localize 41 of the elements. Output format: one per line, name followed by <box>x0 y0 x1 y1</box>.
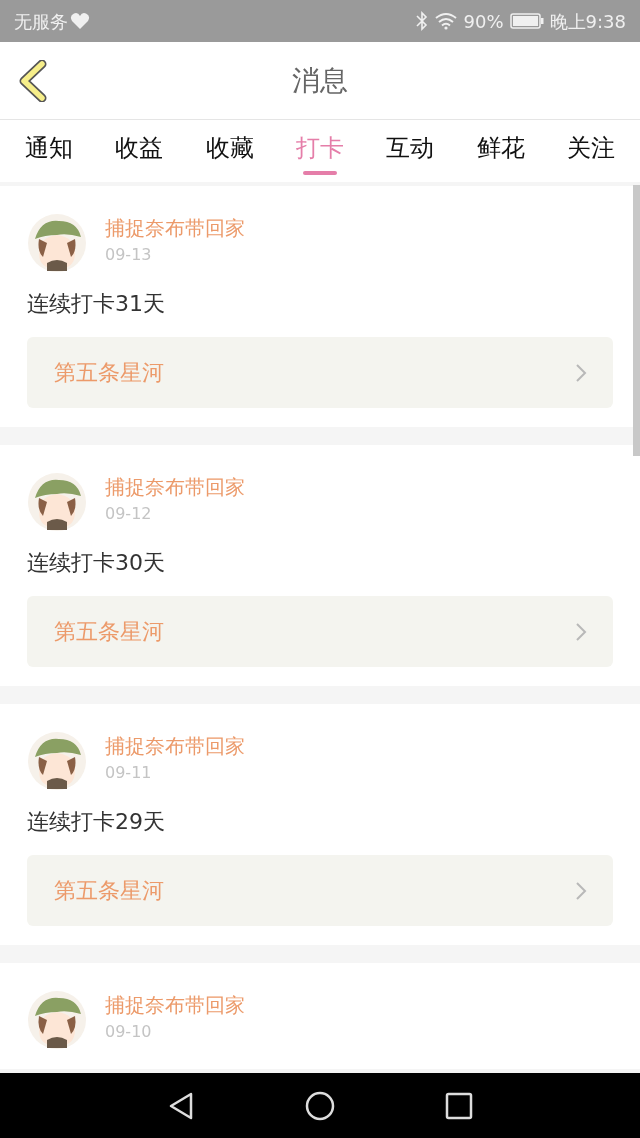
chevron-right-icon <box>575 362 587 383</box>
author-name[interactable]: 捕捉奈布带回家 <box>105 732 245 760</box>
bluetooth-icon <box>415 11 428 31</box>
back-triangle-icon[interactable] <box>167 1090 195 1121</box>
author-name[interactable]: 捕捉奈布带回家 <box>105 991 245 1019</box>
recents-square-icon[interactable] <box>445 1091 473 1120</box>
link-card[interactable]: 第五条星河 <box>27 596 613 667</box>
battery-icon <box>509 13 544 29</box>
tab[interactable]: 收益 <box>115 133 164 163</box>
message-text: 连续打卡31天 <box>27 290 166 318</box>
chevron-right-icon <box>575 880 587 901</box>
page-title: 消息 <box>292 62 348 99</box>
chevron-right-icon <box>575 621 587 642</box>
tab[interactable]: 关注 <box>566 133 615 163</box>
heart-icon <box>70 12 90 30</box>
message-text: 连续打卡30天 <box>27 549 166 577</box>
tab[interactable]: 收藏 <box>205 133 254 163</box>
message-date: 09-12 <box>105 503 153 525</box>
link-card[interactable]: 第五条星河 <box>27 337 613 408</box>
avatar-icon <box>27 990 87 1050</box>
link-card[interactable]: 第五条星河 <box>27 855 613 926</box>
clock-text: 晚上9:38 <box>549 9 626 34</box>
tab[interactable]: 鲜花 <box>476 133 525 163</box>
author-name[interactable]: 捕捉奈布带回家 <box>105 473 245 501</box>
tab[interactable]: 打卡 <box>296 133 344 175</box>
message-date: 09-11 <box>105 762 153 784</box>
avatar-icon <box>27 731 87 791</box>
avatar-icon <box>27 213 87 273</box>
home-circle-icon[interactable] <box>305 1090 335 1121</box>
tab[interactable]: 通知 <box>25 133 73 163</box>
message-text: 连续打卡29天 <box>27 808 166 836</box>
wifi-icon <box>433 12 458 30</box>
carrier-text: 无服务 <box>14 9 68 34</box>
back-icon <box>18 60 48 102</box>
tab[interactable]: 互动 <box>386 133 435 163</box>
avatar-icon <box>27 472 87 532</box>
tab-indicator <box>303 171 337 175</box>
author-name[interactable]: 捕捉奈布带回家 <box>105 214 245 242</box>
message-date: 09-10 <box>105 1021 153 1043</box>
message-date: 09-13 <box>105 244 153 266</box>
battery-percent: 90% <box>463 9 504 34</box>
